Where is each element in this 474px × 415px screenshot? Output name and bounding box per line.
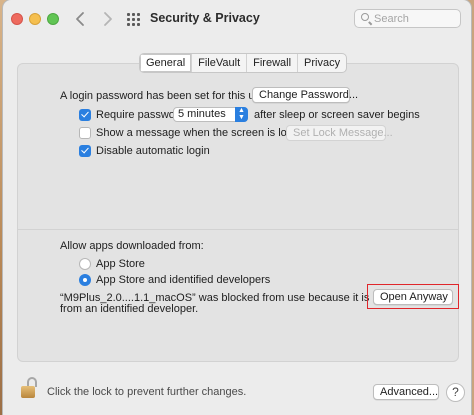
zoom-button[interactable] <box>47 13 59 25</box>
chevron-left-icon <box>76 12 84 26</box>
tab-firewall[interactable]: Firewall <box>246 54 297 72</box>
lock-text: Click the lock to prevent further change… <box>47 386 247 398</box>
password-interval-select[interactable]: 5 minutes ▲ ▼ <box>173 107 248 122</box>
show-message-checkbox[interactable] <box>79 127 91 139</box>
minimize-button[interactable] <box>29 13 41 25</box>
show-message-label: Show a message when the screen is locked <box>96 127 311 139</box>
tab-bar: General FileVault Firewall Privacy <box>139 53 348 73</box>
forward-button[interactable] <box>97 9 117 29</box>
tab-privacy[interactable]: Privacy <box>297 54 346 72</box>
advanced-button[interactable]: Advanced... <box>373 384 439 400</box>
help-button[interactable]: ? <box>446 383 465 402</box>
preferences-window: Security & Privacy General FileVault Fir… <box>3 0 471 415</box>
require-password-checkbox[interactable] <box>79 109 91 121</box>
login-password-text: A login password has been set for this u… <box>60 90 270 102</box>
titlebar: Security & Privacy <box>3 0 471 38</box>
grid-icon[interactable] <box>127 13 140 26</box>
lock-icon[interactable] <box>20 377 42 399</box>
search-input[interactable] <box>374 11 456 26</box>
app-store-radio[interactable] <box>79 258 91 270</box>
close-button[interactable] <box>11 13 23 25</box>
disable-autologin-checkbox[interactable] <box>79 145 91 157</box>
app-store-label: App Store <box>96 258 145 270</box>
require-password-suffix: after sleep or screen saver begins <box>254 109 420 121</box>
window-title: Security & Privacy <box>150 11 260 25</box>
chevron-right-icon <box>104 12 112 26</box>
tab-general[interactable]: General <box>140 54 192 72</box>
allow-apps-heading: Allow apps downloaded from: <box>60 240 204 252</box>
back-button[interactable] <box>71 9 91 29</box>
require-password-label: Require password <box>96 109 185 121</box>
panel-divider <box>18 229 458 230</box>
identified-developers-radio[interactable] <box>79 274 91 286</box>
search-icon <box>361 13 369 21</box>
chevron-updown-icon: ▲ ▼ <box>235 107 248 122</box>
password-interval-value: 5 minutes <box>178 108 226 120</box>
change-password-button[interactable]: Change Password... <box>252 87 358 103</box>
tab-filevault[interactable]: FileVault <box>191 54 246 72</box>
disable-autologin-label: Disable automatic login <box>96 145 210 157</box>
search-field[interactable] <box>354 9 461 28</box>
set-lock-message-button[interactable]: Set Lock Message... <box>286 125 393 141</box>
open-anyway-button[interactable]: Open Anyway <box>373 289 453 305</box>
blocked-message-line2: from an identified developer. <box>60 303 199 315</box>
identified-developers-label: App Store and identified developers <box>96 274 271 286</box>
